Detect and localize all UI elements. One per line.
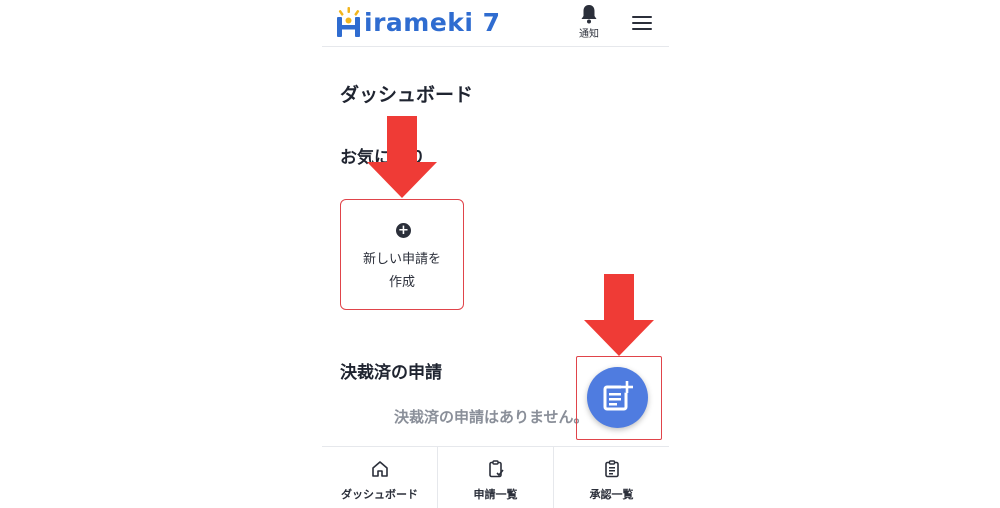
app-logo[interactable]: irameki 7 — [336, 4, 501, 40]
arrow-down-icon — [367, 116, 437, 198]
create-request-fab[interactable] — [587, 367, 648, 428]
mobile-app-screen: irameki 7 通知 ダッシュボード お気に入り + 新しい申請を 作成 決… — [322, 0, 669, 508]
clipboard-list-icon — [604, 460, 619, 478]
nav-item-approvals[interactable]: 承認一覧 — [554, 447, 669, 508]
approved-empty-message: 決裁済の申請はありません。 — [394, 408, 589, 426]
logo-text: irameki 7 — [364, 7, 501, 37]
hamburger-menu-icon[interactable] — [630, 12, 654, 32]
approved-requests-heading: 決裁済の申請 — [340, 363, 442, 383]
nav-label-requests: 申請一覧 — [473, 488, 518, 501]
bottom-navigation: ダッシュボード 申請一覧 承認一覧 — [322, 446, 669, 508]
new-request-label-line1: 新しい申請を — [362, 252, 441, 267]
arrow-down-icon — [584, 274, 654, 356]
bell-icon — [581, 5, 597, 24]
app-header: irameki 7 通知 — [322, 0, 669, 47]
new-request-label-line2: 作成 — [388, 275, 415, 290]
nav-label-dashboard: ダッシュボード — [341, 488, 418, 501]
new-request-card[interactable]: + 新しい申請を 作成 — [340, 199, 464, 310]
nav-item-requests[interactable]: 申請一覧 — [438, 447, 554, 508]
nav-label-approvals: 承認一覧 — [589, 488, 634, 501]
nav-item-dashboard[interactable]: ダッシュボード — [322, 447, 438, 508]
page-title: ダッシュボード — [340, 84, 474, 106]
notification-label: 通知 — [579, 29, 599, 40]
plus-circle-icon: + — [396, 223, 411, 238]
logo-mark-icon — [336, 7, 362, 37]
document-add-icon — [603, 381, 633, 411]
home-icon — [371, 461, 388, 477]
clipboard-check-icon — [488, 460, 504, 478]
notification-button[interactable]: 通知 — [568, 4, 610, 40]
